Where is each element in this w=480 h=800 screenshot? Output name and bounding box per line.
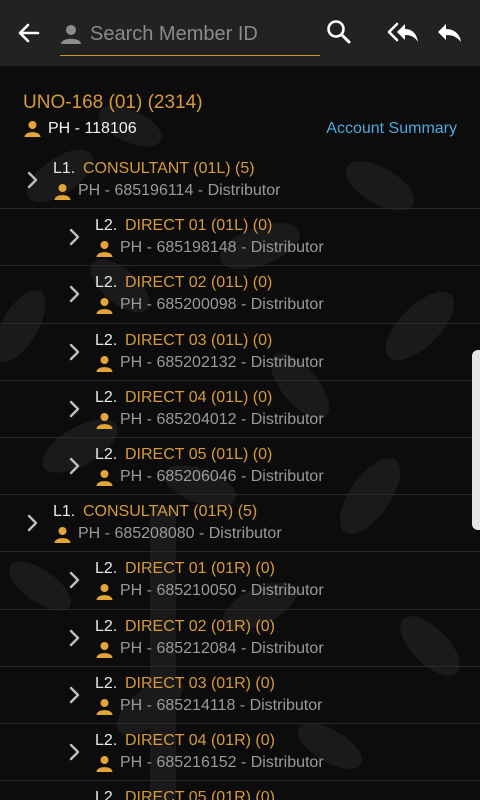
reply-all-icon[interactable] — [386, 20, 420, 46]
root-member-title: UNO-168 (01) (2314) — [23, 92, 203, 113]
chevron-right-icon[interactable] — [68, 456, 82, 476]
chevron-right-icon[interactable] — [68, 742, 82, 762]
tree-row[interactable]: L2. DIRECT 05 (01R) (0) — [0, 781, 480, 800]
tree-row-name: DIRECT 05 (01L) (0) — [125, 445, 273, 463]
tree-row-info: PH - 685214118 - Distributor — [120, 696, 323, 714]
tree-row-info: PH - 685208080 - Distributor — [78, 525, 282, 543]
tree-row-name: DIRECT 01 (01R) (0) — [125, 560, 275, 578]
person-icon — [60, 23, 82, 45]
chevron-right-icon[interactable] — [68, 685, 82, 705]
person-icon — [96, 355, 113, 372]
tree-row-info: PH - 685204012 - Distributor — [120, 410, 324, 428]
tree-row-name: DIRECT 03 (01R) (0) — [125, 674, 275, 692]
chevron-right-icon[interactable] — [26, 170, 40, 190]
tree-row-level: L2. — [95, 731, 118, 749]
person-icon — [96, 698, 113, 715]
tree-row-level: L2. — [95, 445, 118, 463]
tree-row-info: PH - 685212084 - Distributor — [120, 639, 324, 657]
tree-row-info: PH - 685210050 - Distributor — [120, 582, 324, 600]
chevron-right-icon[interactable] — [68, 399, 82, 419]
tree-row[interactable]: L2. DIRECT 04 (01R) (0) PH - 685216152 - D… — [0, 724, 480, 782]
tree-row[interactable]: L2. DIRECT 02 (01L) (0) PH - 685200098 - D… — [0, 266, 480, 324]
root-member-header: UNO-168 (01) (2314) PH - 118106 Account … — [0, 88, 480, 148]
tree-row[interactable]: L1. CONSULTANT (01R) (5) PH - 685208080 - … — [0, 495, 480, 553]
tree-row-level: L2. — [95, 217, 118, 235]
tree-row-level: L2. — [95, 331, 118, 349]
tree-row-info: PH - 685200098 - Distributor — [120, 296, 324, 314]
tree-row-info: PH - 685206046 - Distributor — [120, 467, 324, 485]
reply-icon[interactable] — [435, 20, 463, 46]
back-arrow-icon[interactable] — [14, 18, 44, 48]
tree-row[interactable]: L2. DIRECT 04 (01L) (0) PH - 685204012 - D… — [0, 381, 480, 438]
tree-row-name: DIRECT 02 (01L) (0) — [125, 274, 273, 292]
tree-row[interactable]: L1. CONSULTANT (01L) (5) PH - 685196114 - … — [0, 152, 480, 210]
tree-row-name: DIRECT 05 (01R) (0) — [125, 789, 275, 800]
tree-row-name: DIRECT 03 (01L) (0) — [125, 331, 273, 349]
person-icon — [96, 755, 113, 772]
tree-row-level: L1. — [53, 160, 76, 177]
tree-row[interactable]: L2. DIRECT 03 (01L) (0) PH - 685202132 - D… — [0, 324, 480, 381]
person-icon — [96, 583, 113, 601]
person-icon — [96, 641, 113, 658]
scrollbar-handle[interactable] — [472, 350, 480, 530]
tree-row-name: CONSULTANT (01L) (5) — [83, 160, 255, 177]
tree-row-info: PH - 685198148 - Distributor — [120, 239, 324, 257]
chevron-right-icon[interactable] — [68, 628, 82, 648]
person-icon — [96, 469, 113, 486]
chevron-right-icon[interactable] — [68, 570, 82, 590]
tree-row-name: DIRECT 04 (01R) (0) — [125, 731, 275, 749]
root-member-phone: PH - 118106 — [48, 120, 137, 137]
person-icon — [96, 297, 113, 315]
search-field[interactable] — [60, 14, 320, 56]
tree-row[interactable]: L2. DIRECT 03 (01R) (0) PH - 685214118 - D… — [0, 667, 480, 724]
tree-row-level: L2. — [95, 388, 118, 406]
member-tree: L1. CONSULTANT (01L) (5) PH - 685196114 - … — [0, 152, 480, 800]
tree-row[interactable]: L2. DIRECT 01 (01L) (0) PH - 685198148 - D… — [0, 209, 480, 267]
person-icon — [96, 412, 113, 429]
tree-row[interactable]: L2. DIRECT 02 (01R) (0) PH - 685212084 - D… — [0, 610, 480, 667]
chevron-right-icon[interactable] — [68, 342, 82, 362]
tree-row-level: L2. — [95, 274, 118, 292]
tree-row-info: PH - 685216152 - Distributor — [120, 753, 324, 771]
tree-row-level: L2. — [95, 617, 118, 635]
account-summary-link[interactable]: Account Summary — [326, 120, 457, 138]
tree-row-info: PH - 685196114 - Distributor — [78, 182, 281, 199]
search-input[interactable] — [90, 20, 315, 48]
chevron-right-icon[interactable] — [26, 513, 40, 533]
tree-row-name: CONSULTANT (01R) (5) — [83, 503, 258, 521]
person-icon — [24, 120, 41, 137]
person-icon — [54, 183, 71, 200]
tree-row-level: L2. — [95, 674, 118, 692]
tree-row-name: DIRECT 04 (01L) (0) — [125, 388, 273, 406]
person-icon — [54, 526, 71, 544]
tree-row-level: L2. — [95, 560, 118, 578]
tree-row[interactable]: L2. DIRECT 01 (01R) (0) PH - 685210050 - D… — [0, 552, 480, 610]
tree-row-name: DIRECT 02 (01R) (0) — [125, 617, 275, 635]
chevron-right-icon[interactable] — [68, 227, 82, 247]
person-icon — [96, 240, 113, 258]
top-app-bar — [0, 0, 480, 66]
tree-row-name: DIRECT 01 (01L) (0) — [125, 217, 273, 235]
tree-row[interactable]: L2. DIRECT 05 (01L) (0) PH - 685206046 - D… — [0, 438, 480, 496]
tree-row-info: PH - 685202132 - Distributor — [120, 353, 324, 371]
tree-row-level: L1. — [53, 503, 76, 521]
tree-row-level: L2. — [95, 789, 118, 800]
search-icon[interactable] — [325, 18, 353, 46]
chevron-right-icon[interactable] — [68, 284, 82, 304]
